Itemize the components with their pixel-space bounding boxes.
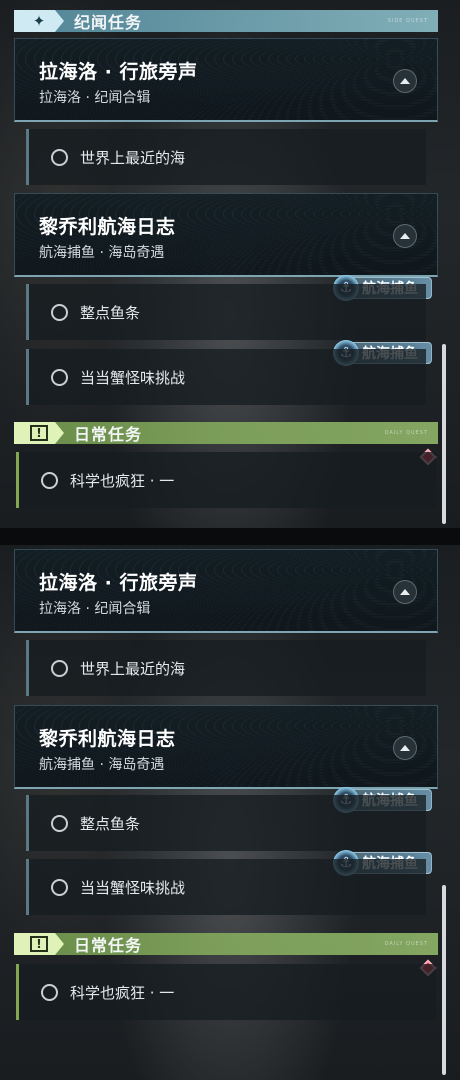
objective-row[interactable]: 当当蟹怪味挑战	[26, 859, 426, 915]
quest-title: 黎乔利航海日志	[39, 728, 176, 750]
quest-title: 拉海洛 · 行旅旁声	[39, 572, 198, 594]
objective-text: 整点鱼条	[80, 303, 141, 322]
quest-panel-bottom: 拉海洛 · 行旅旁声 拉海洛 · 纪闻合辑 世界上最近的海 黎乔利航海日志 航海…	[0, 545, 460, 1080]
objective-circle-icon	[41, 983, 58, 1001]
objective-text: 当当蟹怪味挑战	[80, 368, 186, 387]
objective-circle-icon	[51, 814, 68, 832]
section-title-lore: 纪闻任务	[74, 13, 143, 32]
objective-row[interactable]: 世界上最近的海	[26, 129, 426, 185]
quest-card-voyage-log[interactable]: 黎乔利航海日志 航海捕鱼 · 海岛奇遇	[14, 705, 438, 789]
exclamation-icon: !	[14, 933, 64, 955]
quest-card-rahailo[interactable]: 拉海洛 · 行旅旁声 拉海洛 · 纪闻合辑	[14, 549, 438, 633]
scrollbar-thumb[interactable]	[442, 344, 446, 524]
section-title-daily: 日常任务	[74, 936, 143, 955]
daily-objective-row[interactable]: 科学也疯狂 · 一	[16, 452, 436, 508]
objective-text: 科学也疯狂 · 一	[70, 471, 175, 490]
objective-row[interactable]: 整点鱼条	[26, 284, 426, 340]
objective-row[interactable]: 当当蟹怪味挑战	[26, 349, 426, 405]
scrollbar-thumb[interactable]	[442, 885, 446, 1075]
quest-subtitle: 航海捕鱼 · 海岛奇遇	[39, 757, 165, 773]
chevron-up-icon[interactable]	[393, 736, 417, 760]
divider	[0, 528, 460, 545]
quest-panel-top: ✦ 纪闻任务 SIDE QUEST 拉海洛 · 行旅旁声 拉海洛 · 纪闻合辑 …	[0, 0, 460, 528]
quest-subtitle: 拉海洛 · 纪闻合辑	[39, 601, 151, 617]
section-header-lore[interactable]: ✦ 纪闻任务 SIDE QUEST	[14, 10, 438, 32]
quest-card-rahailo[interactable]: 拉海洛 · 行旅旁声 拉海洛 · 纪闻合辑	[14, 38, 438, 122]
section-header-daily[interactable]: ! 日常任务 DAILY QUEST	[14, 422, 438, 444]
quest-subtitle: 拉海洛 · 纪闻合辑	[39, 90, 151, 106]
section-title-daily: 日常任务	[74, 425, 143, 444]
chevron-up-icon[interactable]	[393, 224, 417, 248]
objective-circle-icon	[51, 303, 68, 321]
quest-card-voyage-log[interactable]: 黎乔利航海日志 航海捕鱼 · 海岛奇遇	[14, 193, 438, 277]
chevron-up-icon[interactable]	[393, 580, 417, 604]
section-tiny-text: DAILY QUEST	[384, 941, 428, 947]
objective-row[interactable]: 世界上最近的海	[26, 640, 426, 696]
section-tiny-text: DAILY QUEST	[384, 430, 428, 436]
section-header-daily[interactable]: ! 日常任务 DAILY QUEST	[14, 933, 438, 955]
objective-text: 整点鱼条	[80, 814, 141, 833]
objective-text: 当当蟹怪味挑战	[80, 878, 186, 897]
objective-text: 世界上最近的海	[80, 148, 186, 167]
objective-text: 科学也疯狂 · 一	[70, 983, 175, 1002]
objective-circle-icon	[51, 878, 68, 896]
section-tiny-text: SIDE QUEST	[387, 18, 428, 24]
objective-circle-icon	[41, 471, 58, 489]
sparkle-icon: ✦	[14, 10, 64, 32]
quest-subtitle: 航海捕鱼 · 海岛奇遇	[39, 245, 165, 261]
objective-text: 世界上最近的海	[80, 659, 186, 678]
objective-row[interactable]: 整点鱼条	[26, 795, 426, 851]
quest-title: 黎乔利航海日志	[39, 216, 176, 238]
quest-title: 拉海洛 · 行旅旁声	[39, 61, 198, 83]
exclamation-icon: !	[14, 422, 64, 444]
objective-circle-icon	[51, 368, 68, 386]
objective-circle-icon	[51, 148, 68, 166]
chevron-up-icon[interactable]	[393, 69, 417, 93]
objective-circle-icon	[51, 659, 68, 677]
daily-objective-row[interactable]: 科学也疯狂 · 一	[16, 964, 436, 1020]
